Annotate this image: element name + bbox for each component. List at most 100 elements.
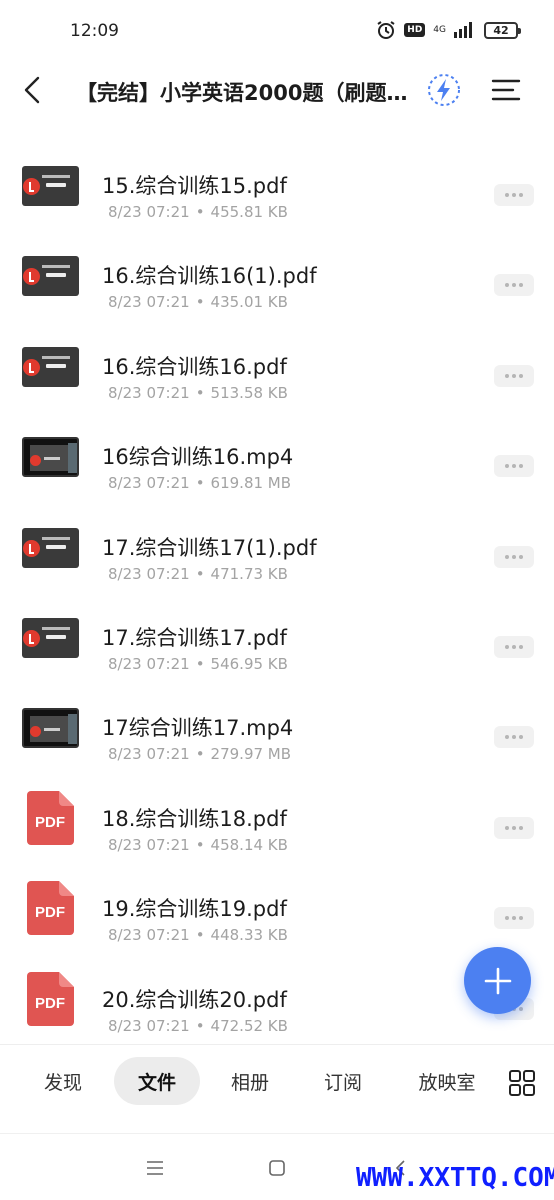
status-icons: HD 4G 42 bbox=[376, 20, 521, 40]
file-size: 279.97 MB bbox=[210, 745, 292, 764]
pdf-file-icon: PDF bbox=[27, 790, 74, 845]
meta-separator: • bbox=[195, 654, 205, 673]
boost-button[interactable] bbox=[424, 70, 464, 110]
more-options-button[interactable] bbox=[494, 455, 534, 478]
file-name: 19.综合训练19.pdf bbox=[102, 897, 287, 922]
pdf-file-icon: PDF bbox=[27, 881, 74, 936]
more-options-button[interactable] bbox=[494, 726, 534, 749]
document-thumbnail bbox=[22, 346, 79, 387]
header: 【完结】小学英语2000题（刷题… bbox=[0, 60, 554, 122]
network-label: 4G bbox=[433, 24, 446, 35]
file-meta: 8/23 07:21 • 472.52 KB bbox=[108, 1017, 288, 1035]
file-name: 15.综合训练15.pdf bbox=[102, 174, 287, 198]
menu-button[interactable] bbox=[486, 70, 526, 110]
more-options-button[interactable] bbox=[494, 816, 534, 839]
more-dots-icon bbox=[505, 825, 523, 830]
meta-separator: • bbox=[195, 745, 205, 764]
file-row[interactable]: 16.综合训练16(1).pdf 8/23 07:21 • 435.01 KB bbox=[0, 230, 554, 320]
alarm-icon bbox=[376, 20, 396, 40]
more-dots-icon bbox=[505, 373, 523, 378]
tab-label: 发现 bbox=[43, 1071, 82, 1094]
more-options-button[interactable] bbox=[494, 545, 534, 568]
file-meta: 8/23 07:21 • 471.73 KB bbox=[108, 565, 288, 583]
file-name: 16.综合训练16(1).pdf bbox=[102, 264, 317, 289]
grid-icon bbox=[509, 1070, 535, 1096]
file-size: 471.73 KB bbox=[210, 564, 288, 583]
back-button[interactable] bbox=[14, 70, 50, 110]
file-row[interactable]: PDF 19.综合训练19.pdf 8/23 07:21 • 448.33 KB bbox=[0, 863, 554, 953]
file-size: 458.14 KB bbox=[210, 835, 288, 854]
file-row[interactable]: 17综合训练17.mp4 8/23 07:21 • 279.97 MB bbox=[0, 682, 554, 772]
file-size: 448.33 KB bbox=[210, 926, 288, 945]
pdf-icon-label: PDF bbox=[35, 904, 65, 921]
file-meta: 8/23 07:21 • 546.95 KB bbox=[108, 655, 288, 673]
recents-icon bbox=[147, 1161, 163, 1175]
file-meta: 8/23 07:21 • 448.33 KB bbox=[108, 926, 288, 944]
signal-icon bbox=[454, 22, 476, 38]
more-options-button[interactable] bbox=[494, 635, 534, 658]
file-date: 8/23 07:21 bbox=[108, 293, 190, 312]
home-icon bbox=[269, 1160, 285, 1176]
add-button[interactable] bbox=[464, 947, 531, 1014]
file-row[interactable]: 17.综合训练17.pdf 8/23 07:21 • 546.95 KB bbox=[0, 592, 554, 682]
more-dots-icon bbox=[505, 193, 523, 197]
grid-button[interactable] bbox=[508, 1069, 536, 1097]
meta-separator: • bbox=[195, 293, 205, 312]
more-options-button[interactable] bbox=[494, 274, 534, 297]
file-size: 513.58 KB bbox=[210, 383, 288, 402]
file-date: 8/23 07:21 bbox=[108, 474, 190, 493]
file-name: 18.综合训练18.pdf bbox=[102, 806, 287, 831]
tab-screening-room[interactable]: 放映室 bbox=[405, 1057, 489, 1105]
file-date: 8/23 07:21 bbox=[108, 654, 190, 673]
document-thumbnail bbox=[22, 527, 79, 568]
status-bar: 12:09 HD 4G 42 bbox=[0, 0, 554, 64]
more-dots-icon bbox=[505, 283, 523, 288]
document-thumbnail bbox=[22, 617, 79, 658]
file-size: 435.01 KB bbox=[210, 293, 288, 312]
pdf-icon-label: PDF bbox=[35, 814, 65, 831]
file-meta: 8/23 07:21 • 435.01 KB bbox=[108, 293, 288, 311]
tab-files[interactable]: 文件 bbox=[114, 1057, 200, 1105]
tab-album[interactable]: 相册 bbox=[215, 1057, 285, 1105]
meta-separator: • bbox=[195, 1016, 205, 1035]
meta-separator: • bbox=[195, 203, 205, 221]
meta-separator: • bbox=[195, 926, 205, 945]
file-meta: 8/23 07:21 • 513.58 KB bbox=[108, 384, 288, 402]
file-meta: 8/23 07:21 • 455.81 KB bbox=[108, 203, 288, 221]
document-thumbnail bbox=[22, 256, 79, 297]
more-dots-icon bbox=[505, 916, 523, 921]
file-meta: 8/23 07:21 • 458.14 KB bbox=[108, 836, 288, 854]
tab-discover[interactable]: 发现 bbox=[28, 1057, 98, 1105]
file-row[interactable]: 16.综合训练16.pdf 8/23 07:21 • 513.58 KB bbox=[0, 321, 554, 411]
file-row[interactable]: 15.综合训练15.pdf 8/23 07:21 • 455.81 KB bbox=[0, 140, 554, 230]
file-date: 8/23 07:21 bbox=[108, 203, 190, 221]
pdf-icon-label: PDF bbox=[35, 995, 65, 1012]
document-thumbnail bbox=[22, 166, 79, 206]
file-name: 16.综合训练16.pdf bbox=[102, 354, 287, 379]
file-date: 8/23 07:21 bbox=[108, 835, 190, 854]
file-row[interactable]: 17.综合训练17(1).pdf 8/23 07:21 • 471.73 KB bbox=[0, 502, 554, 592]
video-thumbnail bbox=[22, 708, 79, 749]
file-size: 619.81 MB bbox=[210, 474, 292, 493]
more-options-button[interactable] bbox=[494, 184, 534, 206]
file-name: 16综合训练16.mp4 bbox=[102, 445, 294, 470]
file-row[interactable]: PDF 18.综合训练18.pdf 8/23 07:21 • 458.14 KB bbox=[0, 773, 554, 863]
more-dots-icon bbox=[505, 554, 523, 559]
video-thumbnail bbox=[22, 437, 79, 478]
more-options-button[interactable] bbox=[494, 364, 534, 387]
more-dots-icon bbox=[505, 464, 523, 469]
file-row[interactable]: 16综合训练16.mp4 8/23 07:21 • 619.81 MB bbox=[0, 411, 554, 501]
file-date: 8/23 07:21 bbox=[108, 926, 190, 945]
recents-button[interactable] bbox=[143, 1156, 167, 1180]
file-name: 20.综合训练20.pdf bbox=[102, 987, 287, 1012]
file-date: 8/23 07:21 bbox=[108, 564, 190, 583]
tab-subscribe[interactable]: 订阅 bbox=[308, 1057, 378, 1105]
more-options-button[interactable] bbox=[494, 907, 534, 930]
file-size: 472.52 KB bbox=[210, 1016, 288, 1035]
menu-lines-icon bbox=[491, 79, 521, 101]
plus-icon bbox=[484, 967, 511, 994]
tab-label: 放映室 bbox=[418, 1071, 476, 1094]
pdf-file-icon: PDF bbox=[27, 971, 74, 1026]
home-button[interactable] bbox=[265, 1156, 289, 1180]
file-name: 17.综合训练17(1).pdf bbox=[102, 535, 317, 560]
